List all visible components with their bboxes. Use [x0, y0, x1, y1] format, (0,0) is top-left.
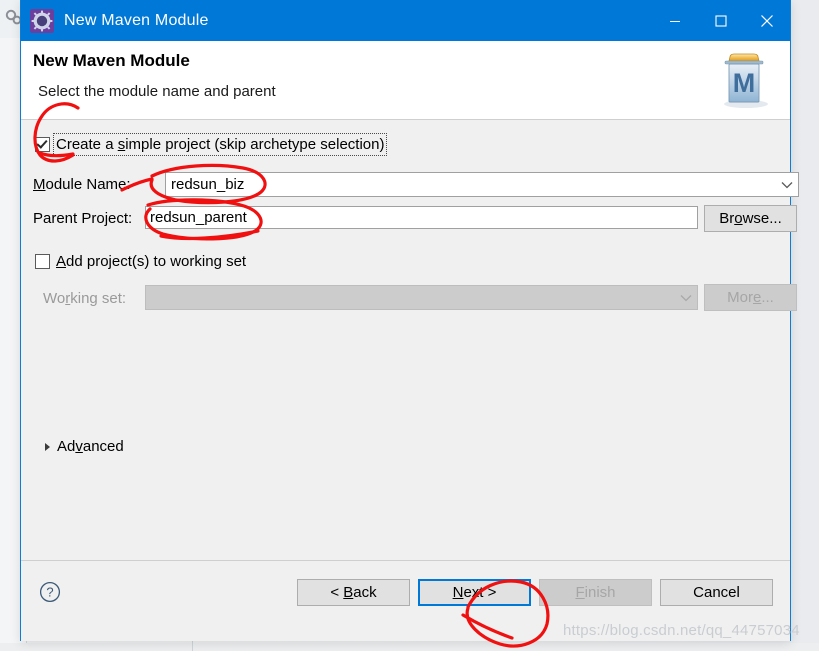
simple-project-checkbox[interactable] [35, 137, 50, 152]
parent-project-input[interactable] [145, 206, 698, 229]
minimize-icon [670, 20, 680, 22]
simple-project-label[interactable]: Create a simple project (skip archetype … [52, 133, 388, 156]
module-name-combobox[interactable]: redsun_biz [165, 172, 799, 197]
finish-button: Finish [539, 579, 652, 606]
svg-text:?: ? [46, 585, 53, 600]
back-button-label: < Back [330, 584, 377, 601]
add-to-working-set-label[interactable]: Add project(s) to working set [56, 253, 246, 270]
finish-button-label: Finish [575, 584, 616, 601]
cancel-button[interactable]: Cancel [660, 579, 773, 606]
maven-folder-m-icon: M [724, 53, 768, 108]
maximize-button[interactable] [698, 0, 744, 41]
chevron-down-icon-disabled [675, 294, 697, 302]
maximize-icon [715, 14, 727, 27]
parent-project-label: Parent Project: [33, 210, 133, 227]
maven-gear-icon [30, 8, 54, 33]
module-name-value: redsun_biz [171, 176, 245, 193]
svg-text:M: M [733, 68, 756, 98]
cancel-button-label: Cancel [693, 584, 740, 601]
module-name-row: Module Name: [33, 176, 131, 193]
dialog-titlebar: New Maven Module [21, 0, 790, 41]
next-button[interactable]: Next > [418, 579, 531, 606]
close-icon [761, 14, 773, 27]
advanced-section-toggle[interactable]: Advanced [45, 438, 124, 455]
page-title: New Maven Module [33, 51, 190, 70]
dialog-button-bar: < Back Next > Finish Cancel [297, 579, 773, 606]
next-button-label: Next > [452, 584, 497, 601]
window-controls [652, 0, 790, 41]
simple-project-row: Create a simple project (skip archetype … [35, 133, 388, 156]
add-to-working-set-checkbox[interactable] [35, 254, 50, 269]
advanced-label: Advanced [57, 438, 124, 455]
parent-project-row: Parent Project: [33, 210, 132, 227]
page-subtitle: Select the module name and parent [38, 83, 276, 100]
working-set-combobox [145, 285, 698, 310]
module-name-label: Module Name: [33, 176, 131, 193]
help-question-icon[interactable]: ? [39, 581, 61, 603]
more-button: More... [704, 284, 797, 311]
browse-button-label: Browse... [719, 210, 782, 227]
dialog-header: New Maven Module Select the module name … [21, 41, 790, 120]
back-button[interactable]: < Back [297, 579, 410, 606]
background-bottom-strip [0, 643, 819, 651]
window-title: New Maven Module [64, 11, 209, 29]
working-set-checkbox-row: Add project(s) to working set [35, 253, 246, 270]
dialog-body: Create a simple project (skip archetype … [21, 120, 799, 561]
new-maven-module-dialog: New Maven Module New Maven Module Select… [20, 0, 799, 641]
dialog-footer: ? < Back Next > Finish Cancel [21, 561, 790, 641]
minimize-button[interactable] [652, 0, 698, 41]
close-button[interactable] [744, 0, 790, 41]
browse-button[interactable]: Browse... [704, 205, 797, 232]
chevron-down-icon[interactable] [776, 181, 798, 189]
working-set-label: Working set: [43, 290, 127, 307]
triangle-right-icon [45, 442, 50, 451]
working-set-row: Working set: [43, 290, 126, 307]
more-button-label: More... [727, 289, 774, 306]
